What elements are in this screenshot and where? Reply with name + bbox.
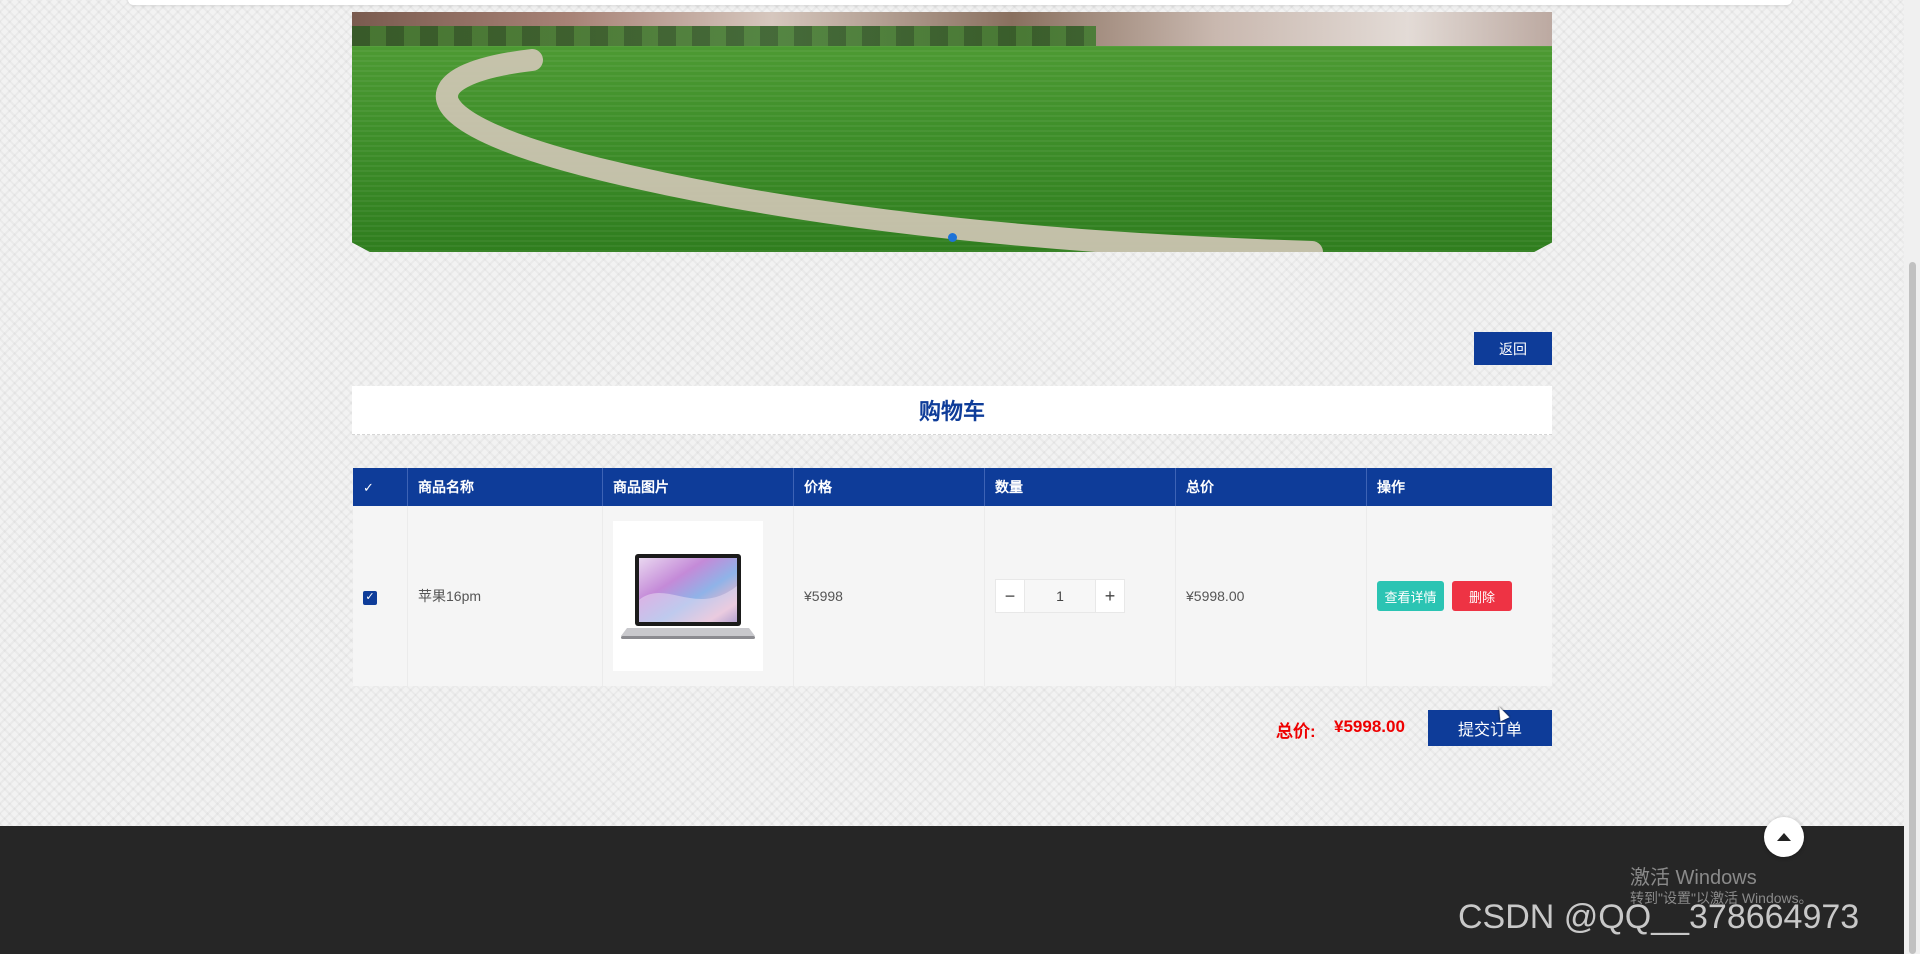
- table-row: ✓ 苹果16pm ¥5998 − 1 + ¥5998.00 查看详情 删除: [353, 506, 1552, 686]
- plus-icon[interactable]: +: [1095, 579, 1125, 613]
- row-select-cell: ✓: [353, 506, 408, 686]
- actions-cell: 查看详情 删除: [1366, 506, 1552, 686]
- submit-order-button[interactable]: 提交订单: [1428, 710, 1552, 746]
- delete-button[interactable]: 删除: [1452, 581, 1512, 611]
- column-header-quantity: 数量: [984, 468, 1176, 506]
- column-header-price: 价格: [793, 468, 985, 506]
- product-name: 苹果16pm: [407, 506, 603, 686]
- top-header-edge: [128, 0, 1792, 5]
- laptop-image: [613, 521, 763, 671]
- scrollbar-thumb[interactable]: [1909, 262, 1916, 954]
- product-price: ¥5998: [793, 506, 985, 686]
- view-details-button[interactable]: 查看详情: [1377, 581, 1444, 611]
- csdn-watermark: CSDN @QQ__378664973: [1458, 898, 1860, 936]
- back-to-top-icon[interactable]: [1764, 817, 1804, 857]
- check-mark-icon[interactable]: ✓: [363, 480, 374, 495]
- column-header-name: 商品名称: [407, 468, 603, 506]
- page-title: 购物车: [918, 399, 985, 424]
- total-label: 总价:: [1276, 722, 1316, 741]
- banner-track-line: [436, 49, 1323, 252]
- checkbox-icon[interactable]: ✓: [363, 590, 377, 605]
- minus-icon[interactable]: −: [995, 579, 1025, 613]
- windows-activation-title: 激活 Windows: [1630, 867, 1757, 889]
- quantity-stepper: − 1 +: [995, 579, 1175, 613]
- total-value: ¥5998.00: [1334, 717, 1405, 736]
- column-header-image: 商品图片: [602, 468, 794, 506]
- product-image-cell: [602, 506, 794, 686]
- quantity-value[interactable]: 1: [1025, 579, 1095, 613]
- select-all-header[interactable]: ✓: [353, 468, 408, 506]
- cart-table: ✓ 商品名称 商品图片 价格 数量 总价 操作 ✓ 苹果16pm ¥5998 −…: [353, 468, 1552, 686]
- column-header-actions: 操作: [1366, 468, 1552, 506]
- laptop-icon: [621, 554, 755, 639]
- banner-carousel[interactable]: [352, 12, 1552, 252]
- row-total: ¥5998.00: [1175, 506, 1367, 686]
- quantity-cell: − 1 +: [984, 506, 1176, 686]
- cart-header: 购物车: [352, 386, 1552, 435]
- table-header-row: ✓ 商品名称 商品图片 价格 数量 总价 操作: [353, 468, 1552, 506]
- column-header-total: 总价: [1175, 468, 1367, 506]
- carousel-indicator-dot[interactable]: [948, 233, 957, 242]
- return-button[interactable]: 返回: [1474, 332, 1552, 365]
